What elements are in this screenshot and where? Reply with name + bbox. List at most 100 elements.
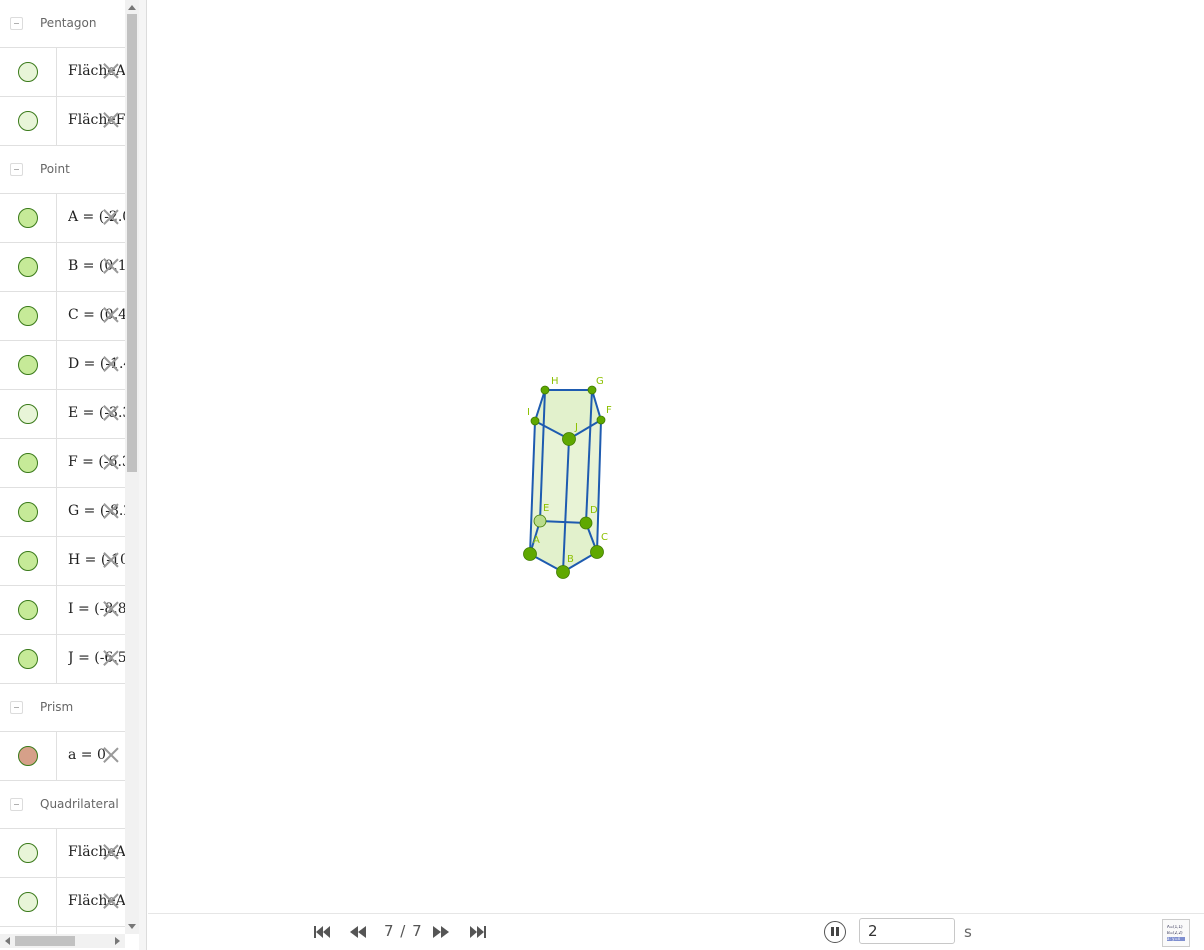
point-b[interactable] (556, 565, 570, 579)
visibility-toggle-icon[interactable] (18, 649, 38, 669)
point-d[interactable] (579, 516, 593, 530)
algebra-item[interactable]: FlächeAB (0, 828, 125, 878)
delete-close-icon[interactable] (102, 111, 120, 129)
delete-close-icon[interactable] (102, 502, 120, 520)
last-step-icon[interactable] (469, 925, 487, 939)
visibility-toggle-icon[interactable] (18, 62, 38, 82)
previous-step-icon[interactable] (349, 925, 367, 939)
visibility-toggle-icon[interactable] (18, 502, 38, 522)
algebra-item[interactable]: I = (-8.82 (0, 586, 125, 635)
algebra-item[interactable]: FlächeAB (0, 47, 125, 97)
graphics-3d-view[interactable]: A B C D E F G H I J (148, 0, 1204, 913)
point-h[interactable] (540, 385, 550, 395)
point-i[interactable] (530, 416, 540, 426)
delete-close-icon[interactable] (102, 843, 120, 861)
scroll-down-arrow-icon[interactable] (128, 924, 136, 929)
vertex-label-c: C (601, 532, 608, 543)
collapse-group-icon[interactable] (10, 17, 23, 30)
point-a[interactable] (523, 547, 537, 561)
point-c[interactable] (590, 545, 604, 559)
vertical-scrollbar-thumb[interactable] (127, 14, 137, 472)
algebra-item[interactable]: a = 0 (0, 731, 125, 781)
point-f[interactable] (596, 415, 606, 425)
algebra-item[interactable]: FlächeFG (0, 97, 125, 146)
algebra-item[interactable]: E = (-3.3 (0, 390, 125, 439)
next-step-icon[interactable] (432, 925, 450, 939)
vertex-label-d: D (590, 505, 598, 516)
visibility-toggle-icon[interactable] (18, 453, 38, 473)
algebra-group-header: Pentagon (0, 0, 125, 47)
algebra-item[interactable]: A = (-2.0 (0, 193, 125, 243)
scroll-up-arrow-icon[interactable] (128, 5, 136, 10)
vertex-label-g: G (596, 376, 604, 387)
delete-close-icon[interactable] (102, 257, 120, 275)
delete-close-icon[interactable] (102, 892, 120, 910)
item-divider (56, 537, 57, 585)
scroll-left-arrow-icon[interactable] (5, 937, 10, 945)
delete-close-icon[interactable] (102, 649, 120, 667)
item-divider (56, 927, 57, 934)
delete-close-icon[interactable] (102, 208, 120, 226)
algebra-group-header: Prism (0, 684, 125, 731)
visibility-toggle-icon[interactable] (18, 843, 38, 863)
algebra-item[interactable]: G = (-8.2 (0, 488, 125, 537)
item-divider (56, 829, 57, 877)
item-divider (56, 635, 57, 683)
item-divider (56, 194, 57, 242)
delete-close-icon[interactable] (102, 404, 120, 422)
algebra-item[interactable]: F = (-6.3 (0, 439, 125, 488)
collapse-group-icon[interactable] (10, 798, 23, 811)
visibility-toggle-icon[interactable] (18, 111, 38, 131)
algebra-item[interactable]: H = (-10. (0, 537, 125, 586)
horizontal-scrollbar-thumb[interactable] (15, 936, 75, 946)
visibility-toggle-icon[interactable] (18, 892, 38, 912)
visibility-toggle-icon[interactable] (18, 551, 38, 571)
prism-drawing[interactable]: A B C D E F G H I J (148, 0, 1204, 913)
first-step-icon[interactable] (313, 925, 331, 939)
visibility-toggle-icon[interactable] (18, 404, 38, 424)
delete-close-icon[interactable] (102, 551, 120, 569)
item-divider (56, 243, 57, 291)
algebra-item[interactable]: B = (0.19 (0, 243, 125, 292)
horizontal-scrollbar[interactable] (0, 934, 125, 948)
item-divider (56, 488, 57, 536)
delete-close-icon[interactable] (102, 62, 120, 80)
visibility-toggle-icon[interactable] (18, 355, 38, 375)
vertex-label-h: H (551, 376, 559, 387)
algebra-item[interactable]: FlächeCD (0, 927, 125, 934)
collapse-group-icon[interactable] (10, 701, 23, 714)
visibility-toggle-icon[interactable] (18, 306, 38, 326)
delete-close-icon[interactable] (102, 600, 120, 618)
vertex-label-e: E (543, 503, 549, 514)
vertex-label-a: A (533, 535, 540, 546)
algebra-group-label: Pentagon (40, 16, 97, 30)
delete-close-icon[interactable] (102, 746, 120, 764)
view-splitter[interactable] (139, 0, 147, 950)
visibility-toggle-icon[interactable] (18, 208, 38, 228)
algebra-group-label: Prism (40, 700, 74, 714)
algebra-group-label: Point (40, 162, 70, 176)
algebra-group-header: Point (0, 146, 125, 193)
point-e[interactable] (533, 514, 547, 528)
visibility-toggle-icon[interactable] (18, 746, 38, 766)
algebra-item[interactable]: FlächeAE (0, 878, 125, 927)
delete-close-icon[interactable] (102, 453, 120, 471)
vertical-scrollbar[interactable] (125, 0, 139, 934)
algebra-view-toggle-icon[interactable]: A=(1,1) B=(2,2) a: y=x (1162, 919, 1190, 947)
collapse-group-icon[interactable] (10, 163, 23, 176)
point-j[interactable] (562, 432, 576, 446)
seconds-unit-label: s (964, 923, 972, 941)
delete-close-icon[interactable] (102, 306, 120, 324)
pause-button[interactable] (824, 921, 846, 943)
algebra-item[interactable]: J = (-6.59 (0, 635, 125, 684)
point-g[interactable] (587, 385, 597, 395)
scroll-right-arrow-icon[interactable] (115, 937, 120, 945)
step-duration-input[interactable] (859, 918, 955, 944)
algebra-item[interactable]: D = (-1.4 (0, 341, 125, 390)
construction-protocol-toolbar: 7 / 7 s A=(1,1) B=(2,2) a: y=x (148, 913, 1204, 950)
visibility-toggle-icon[interactable] (18, 600, 38, 620)
algebra-item[interactable]: C = (0.41 (0, 292, 125, 341)
delete-close-icon[interactable] (102, 355, 120, 373)
item-divider (56, 48, 57, 96)
visibility-toggle-icon[interactable] (18, 257, 38, 277)
